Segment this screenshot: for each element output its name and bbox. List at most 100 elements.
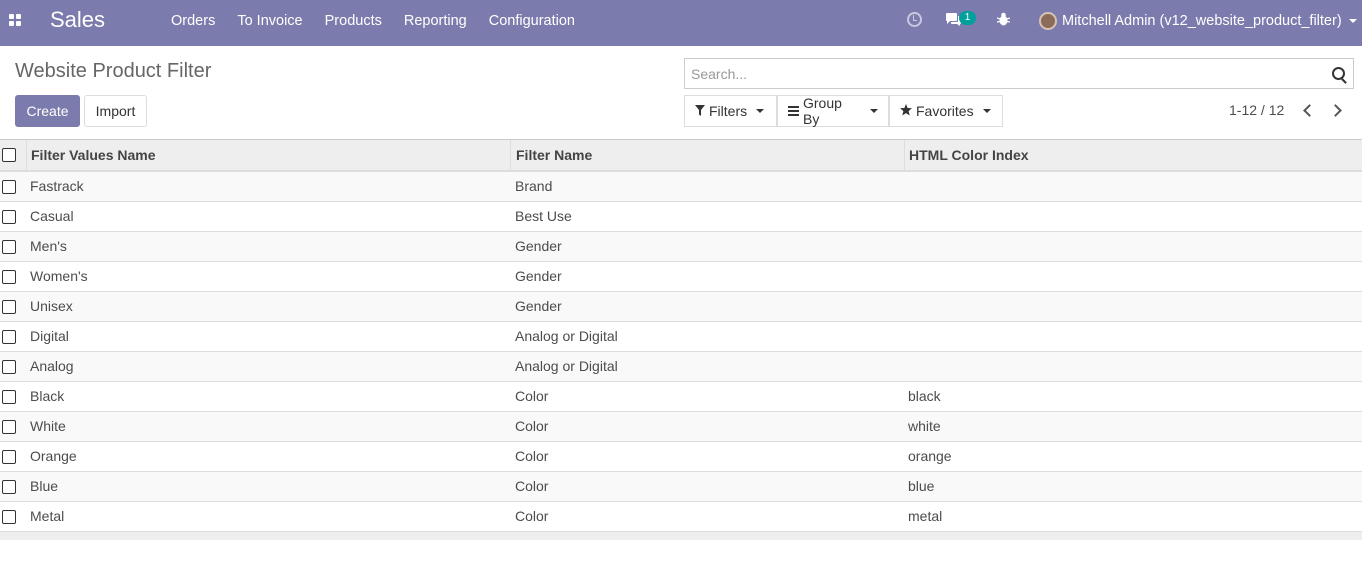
menu-configuration[interactable]: Configuration xyxy=(478,0,586,46)
chevron-down-icon xyxy=(1348,19,1357,23)
favorites-dropdown[interactable]: Favorites xyxy=(889,95,1003,127)
favorites-label: Favorites xyxy=(916,103,974,119)
cell-filter-values-name: Fastrack xyxy=(30,178,84,194)
table-row[interactable]: Analog Analog or Digital xyxy=(0,352,1362,382)
top-navbar: Sales Orders To Invoice Products Reporti… xyxy=(0,0,1362,46)
menu-to-invoice[interactable]: To Invoice xyxy=(226,0,313,46)
cell-filter-name: Color xyxy=(515,388,549,404)
cell-html-color-index: white xyxy=(908,418,941,434)
cell-filter-values-name: Analog xyxy=(30,358,74,374)
pager-next-icon[interactable] xyxy=(1330,103,1342,117)
menu-products[interactable]: Products xyxy=(314,0,393,46)
cell-html-color-index: blue xyxy=(908,478,935,494)
cell-filter-values-name: Unisex xyxy=(30,298,73,314)
activity-clock-icon[interactable] xyxy=(907,0,922,42)
column-separator xyxy=(510,140,511,171)
cell-filter-values-name: Black xyxy=(30,388,65,404)
search-input[interactable] xyxy=(685,59,1325,88)
user-name: Mitchell Admin (v12_website_product_filt… xyxy=(1062,13,1342,29)
table-row[interactable]: Digital Analog or Digital xyxy=(0,322,1362,352)
table-row[interactable]: Blue Color blue xyxy=(0,472,1362,502)
chevron-down-icon xyxy=(870,109,878,113)
row-checkbox[interactable] xyxy=(2,390,16,404)
select-all-checkbox[interactable] xyxy=(2,148,16,162)
user-avatar xyxy=(1039,12,1057,30)
search-icon[interactable] xyxy=(1332,67,1345,80)
cell-filter-values-name: Blue xyxy=(30,478,59,494)
cell-filter-name: Gender xyxy=(515,298,562,314)
pager-value[interactable]: 1-12 / 12 xyxy=(1229,102,1284,118)
cell-filter-name: Brand xyxy=(515,178,553,194)
menu-orders[interactable]: Orders xyxy=(160,0,226,46)
menu-reporting[interactable]: Reporting xyxy=(393,0,478,46)
cell-filter-name: Analog or Digital xyxy=(515,328,618,344)
row-checkbox[interactable] xyxy=(2,510,16,524)
column-header-html-color-index[interactable]: HTML Color Index xyxy=(909,147,1029,163)
row-checkbox[interactable] xyxy=(2,480,16,494)
row-checkbox[interactable] xyxy=(2,450,16,464)
table-row[interactable]: Orange Color orange xyxy=(0,442,1362,472)
import-button[interactable]: Import xyxy=(84,95,147,127)
debug-bug-icon[interactable] xyxy=(997,0,1010,42)
table-row[interactable]: Men's Gender xyxy=(0,232,1362,262)
app-name: Sales xyxy=(50,7,106,32)
row-checkbox[interactable] xyxy=(2,360,16,374)
cell-filter-name: Color xyxy=(515,448,549,464)
cell-filter-values-name: Men's xyxy=(30,238,67,254)
user-menu[interactable]: Mitchell Admin (v12_website_product_filt… xyxy=(1039,0,1357,42)
row-checkbox[interactable] xyxy=(2,180,16,194)
filters-label: Filters xyxy=(709,103,748,119)
list-table: Filter Values Name Filter Name HTML Colo… xyxy=(0,139,1362,540)
column-header-filter-name[interactable]: Filter Name xyxy=(516,147,592,163)
cell-html-color-index: orange xyxy=(908,448,952,464)
cell-html-color-index: metal xyxy=(908,508,943,524)
apps-menu-icon[interactable] xyxy=(9,14,23,28)
row-checkbox[interactable] xyxy=(2,240,16,254)
column-separator xyxy=(26,140,27,171)
table-footer xyxy=(0,532,1362,540)
pager-previous-icon[interactable] xyxy=(1301,103,1313,117)
table-header: Filter Values Name Filter Name HTML Colo… xyxy=(0,139,1362,172)
cell-filter-name: Color xyxy=(515,478,549,494)
table-row[interactable]: Unisex Gender xyxy=(0,292,1362,322)
row-checkbox[interactable] xyxy=(2,300,16,314)
table-row[interactable]: Casual Best Use xyxy=(0,202,1362,232)
chevron-down-icon xyxy=(756,109,765,113)
search-box xyxy=(684,58,1354,89)
column-header-filter-values-name[interactable]: Filter Values Name xyxy=(31,147,156,163)
list-icon xyxy=(788,104,799,119)
filters-dropdown[interactable]: Filters xyxy=(684,95,777,127)
chat-badge: 1 xyxy=(959,11,976,25)
table-row[interactable]: Black Color black xyxy=(0,382,1362,412)
cell-filter-values-name: Metal xyxy=(30,508,65,524)
column-separator xyxy=(904,140,905,171)
cell-filter-name: Gender xyxy=(515,238,562,254)
cell-filter-values-name: Digital xyxy=(30,328,69,344)
row-checkbox[interactable] xyxy=(2,270,16,284)
cell-filter-values-name: Orange xyxy=(30,448,77,464)
table-row[interactable]: Metal Color metal xyxy=(0,502,1362,532)
cell-filter-values-name: Women's xyxy=(30,268,88,284)
star-icon xyxy=(900,103,912,119)
groupby-label: Group By xyxy=(803,95,842,127)
table-row[interactable]: Fastrack Brand xyxy=(0,172,1362,202)
table-row[interactable]: Women's Gender xyxy=(0,262,1362,292)
table-body: Fastrack Brand Casual Best Use Men's Gender Wo… xyxy=(0,172,1362,532)
row-checkbox[interactable] xyxy=(2,420,16,434)
cell-filter-name: Best Use xyxy=(515,208,572,224)
groupby-dropdown[interactable]: Group By xyxy=(777,95,889,127)
table-row[interactable]: White Color white xyxy=(0,412,1362,442)
create-button[interactable]: Create xyxy=(15,95,80,127)
cell-filter-values-name: Casual xyxy=(30,208,74,224)
cell-filter-name: Color xyxy=(515,418,549,434)
row-checkbox[interactable] xyxy=(2,330,16,344)
row-checkbox[interactable] xyxy=(2,210,16,224)
filter-icon xyxy=(695,104,705,119)
main-menu: Orders To Invoice Products Reporting Con… xyxy=(160,0,586,46)
cell-filter-name: Color xyxy=(515,508,549,524)
chevron-down-icon xyxy=(982,109,991,113)
cell-html-color-index: black xyxy=(908,388,941,404)
cell-filter-values-name: White xyxy=(30,418,66,434)
page-title: Website Product Filter xyxy=(15,60,212,82)
cell-filter-name: Analog or Digital xyxy=(515,358,618,374)
